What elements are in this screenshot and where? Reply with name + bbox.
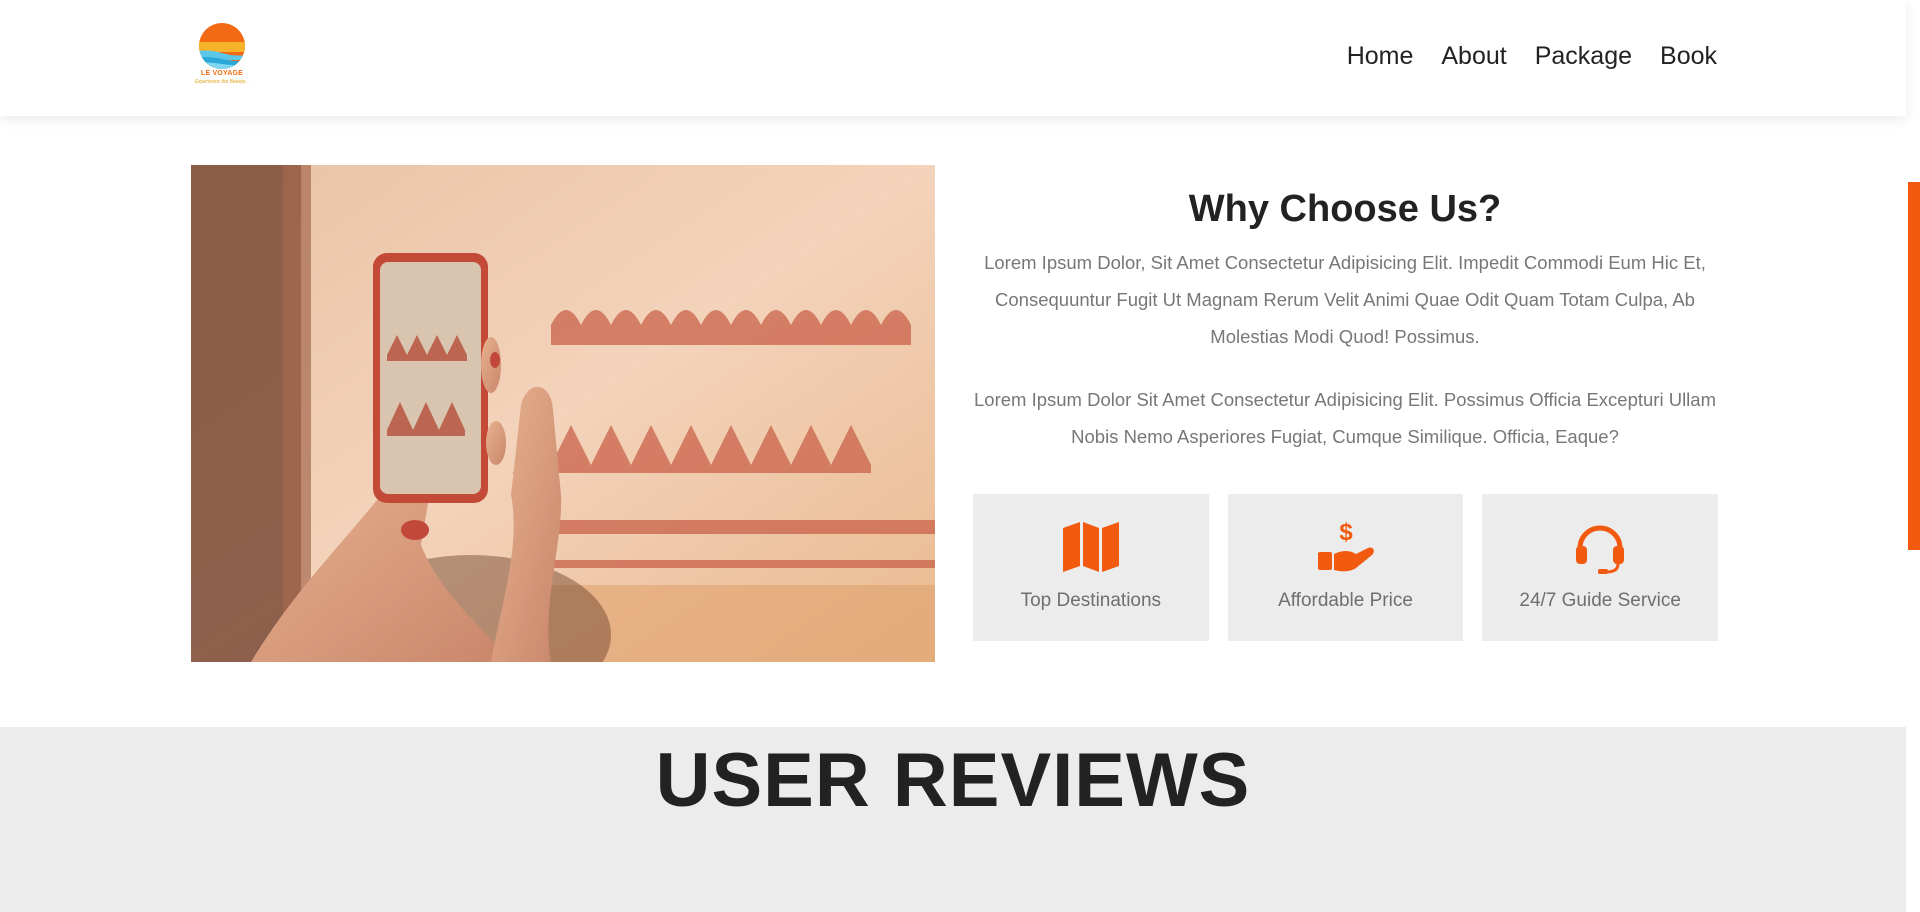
nav-about[interactable]: About [1441,42,1506,71]
site-header: LE VOYAGE Experience the Beauty... Home … [0,0,1906,116]
why-paragraph-2: Lorem Ipsum Dolor Sit Amet Consectetur A… [974,389,1716,447]
map-icon [1062,522,1119,572]
hand-dollar-icon: $ [1317,519,1374,572]
site-logo[interactable]: LE VOYAGE Experience the Beauty... [188,20,256,92]
why-title: Why Choose Us? [1188,188,1502,230]
logo-name: LE VOYAGE [201,70,243,77]
nav-book[interactable]: Book [1660,42,1717,71]
logo-tagline: Experience the Beauty... [194,79,250,85]
why-choose-us-section: Why Choose Us? Lorem Ipsum Dolor, Sit Am… [972,186,1718,455]
feature-card-guide: 24/7 Guide Service [1482,494,1719,641]
headset-icon [1576,525,1625,574]
feature-card-destinations: Top Destinations [973,494,1209,641]
feature-card-price: $ Affordable Price [1227,494,1464,641]
main-nav: Home About Package Book [1347,42,1717,71]
logo-sun-icon [199,23,245,69]
hero-photo-phone-hieroglyphs [191,165,935,662]
user-reviews-section: USER REVIEWS [0,727,1906,912]
why-paragraph-1: Lorem Ipsum Dolor, Sit Amet Consectetur … [984,252,1706,347]
svg-text:$: $ [1339,519,1353,546]
feature-label: Top Destinations [1020,590,1162,611]
reviews-title: USER REVIEWS [655,738,1251,823]
nav-package[interactable]: Package [1535,42,1632,71]
scrollbar-thumb[interactable] [1908,182,1920,550]
nav-home[interactable]: Home [1347,42,1414,71]
feature-label: Affordable Price [1278,590,1413,611]
feature-cards: Top Destinations $ Affordable Price 24/7… [973,494,1719,641]
feature-label: 24/7 Guide Service [1519,590,1681,611]
